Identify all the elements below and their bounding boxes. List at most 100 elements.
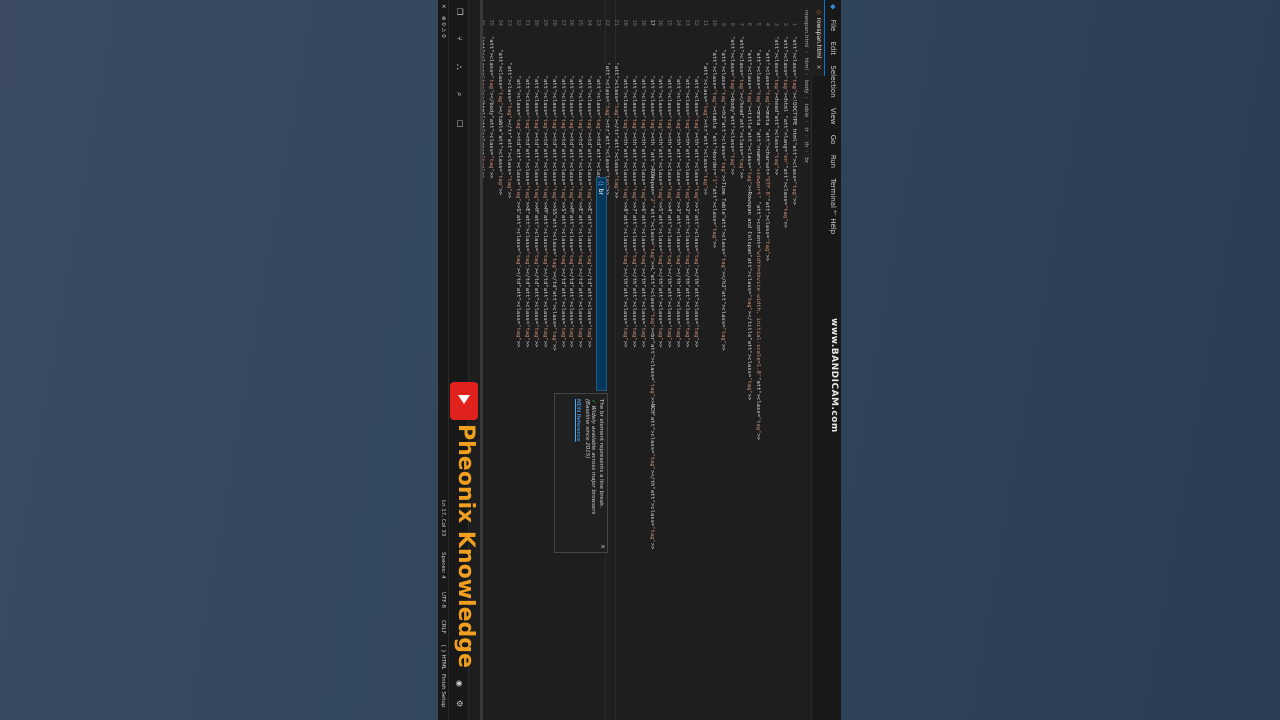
line-number: 7 xyxy=(737,22,744,26)
code-line[interactable]: "att">class="tag"><th"att">class="tag">>… xyxy=(693,36,699,348)
code-line[interactable]: "att">class="tag"><table "att">border="1… xyxy=(711,36,717,248)
code-line[interactable]: "att">class="tag"></head"att">class="tag… xyxy=(738,36,744,178)
line-number: 30 xyxy=(532,19,539,26)
breadcrumb-item[interactable]: html xyxy=(803,57,809,70)
line-number: 14 xyxy=(675,19,682,26)
code-line[interactable]: "att">class="tag"><h2"att">class="tag">>… xyxy=(720,36,726,350)
code-line[interactable]: "att">class="tag"><th"att">class="tag">>… xyxy=(666,36,672,348)
menu-view[interactable]: View xyxy=(825,108,841,125)
finish-setup[interactable]: Finish Setup xyxy=(438,674,448,707)
code-line[interactable]: "att">class="tag"><meta "att">charset="U… xyxy=(764,36,770,261)
line-number: 26 xyxy=(568,19,575,26)
code-line[interactable]: "att">class="tag"><td"att">class="tag">>… xyxy=(542,36,548,348)
editor-viewport: ◆ File Edit Selection View Go Run Termin… xyxy=(438,0,841,720)
baseline-row: ✓ Widely available across major browsers xyxy=(590,399,596,547)
line-number: 28 xyxy=(550,19,557,26)
forward-arrow-icon[interactable]: → xyxy=(831,224,839,230)
code-line[interactable]: "att">class="tag"><td"att">class="tag">>… xyxy=(551,36,557,351)
breadcrumb-item[interactable]: th xyxy=(803,142,809,148)
line-ending[interactable]: CRLF xyxy=(438,620,448,634)
line-number: 8 xyxy=(728,22,735,26)
language-mode[interactable]: { } HTML xyxy=(438,644,448,670)
code-line[interactable]: "att">class="tag"><!DOCTYPE html"att">cl… xyxy=(791,36,797,205)
menu-terminal[interactable]: Terminal xyxy=(825,178,841,208)
code-line[interactable]: "att">class="tag"><th "att">ROWspan="2""… xyxy=(649,36,655,550)
menu-go[interactable]: Go xyxy=(825,135,841,145)
bandicam-watermark: www.BANDICAM.com xyxy=(829,318,839,433)
breadcrumb-item[interactable]: body xyxy=(803,80,809,94)
vscode-window: ◆ File Edit Selection View Go Run Termin… xyxy=(438,0,841,720)
line-number: 24 xyxy=(586,19,593,26)
close-tab-icon[interactable]: × xyxy=(815,65,822,70)
menu-file[interactable]: File xyxy=(825,20,841,32)
vscode-logo-icon: ◆ xyxy=(829,4,837,10)
source-control-icon[interactable]: ⑂ xyxy=(455,36,464,41)
line-number: 20 xyxy=(621,19,628,26)
cursor-position[interactable]: Ln 17, Col 33 xyxy=(438,500,448,536)
code-line[interactable]: "att">class="tag"><td"att">class="tag">>… xyxy=(586,36,592,348)
line-number: 10 xyxy=(710,19,717,26)
documentation-popup: × The br element represents a line break… xyxy=(554,393,608,553)
code-line[interactable]: "att">class="tag"><th"att">class="tag">>… xyxy=(675,36,681,348)
breadcrumb: rowspan.html› html› body› table› tr› th›… xyxy=(803,10,809,164)
close-icon[interactable]: × xyxy=(599,544,606,549)
youtube-logo-icon xyxy=(450,382,478,420)
line-number: 6 xyxy=(746,22,753,26)
horizontal-scrollbar[interactable] xyxy=(480,0,483,720)
menu-edit[interactable]: Edit xyxy=(825,42,841,56)
line-number: 27 xyxy=(559,19,566,26)
code-line[interactable]: "att">class="tag"><th"att">class="tag">>… xyxy=(684,36,690,348)
code-line[interactable]: "att">class="tag"><td"att">class="tag">>… xyxy=(569,36,575,348)
line-number: 16 xyxy=(657,19,664,26)
menu-run[interactable]: Run xyxy=(825,155,841,168)
code-line[interactable]: "att">class="tag"><meta "att">name="view… xyxy=(755,36,761,440)
line-number: 11 xyxy=(702,19,708,26)
line-number: 25 xyxy=(577,19,584,26)
remote-icon[interactable]: ✕ xyxy=(438,4,448,9)
code-line[interactable]: "att">class="tag"><html "att">lang="en""… xyxy=(782,36,788,228)
code-line[interactable]: "att">class="tag"><body"att">class="tag"… xyxy=(729,36,735,175)
run-icon[interactable]: ◉ xyxy=(455,680,464,687)
accounts-icon[interactable]: ⚙ xyxy=(455,700,464,707)
graph-icon[interactable]: ⛬ xyxy=(454,64,464,70)
code-line[interactable]: "att">class="tag"><tr"att">class="tag">> xyxy=(702,36,708,196)
code-line[interactable]: "att">class="tag"><td"att">class="tag">>… xyxy=(560,36,566,348)
code-line[interactable]: "att">class="tag"><title"att">class="tag… xyxy=(747,36,753,400)
code-line[interactable]: "att">class="tag"><th"att">class="tag">>… xyxy=(640,36,646,348)
code-line[interactable]: "att">class="tag"><td"att">class="tag">>… xyxy=(533,36,539,348)
code-line[interactable]: "att">class="tag"><th"att">class="tag">>… xyxy=(658,36,664,348)
code-line[interactable]: "att">class="tag"></tr"att">class="tag">… xyxy=(613,36,619,199)
chat-icon[interactable]: ☐ xyxy=(455,120,464,127)
breadcrumb-item[interactable]: rowspan.html xyxy=(803,10,809,48)
explorer-icon[interactable]: ❐ xyxy=(455,8,464,15)
errors-count[interactable]: ⊗ 0 ⚠ 0 xyxy=(438,16,448,38)
channel-name: Pheonix Knowledge xyxy=(453,424,478,668)
editor-bottom-area xyxy=(483,0,523,720)
line-number: 19 xyxy=(630,19,637,26)
code-editor[interactable]: 1 "att">class="tag"><!DOCTYPE html"att">c… xyxy=(480,0,801,720)
line-number: 29 xyxy=(541,19,548,26)
mdn-reference-link[interactable]: MDN Reference xyxy=(575,399,581,547)
line-number: 1 xyxy=(791,22,797,26)
code-line[interactable]: "att">class="tag"><tr"att">class="tag">> xyxy=(604,36,610,196)
back-arrow-icon[interactable]: ← xyxy=(831,210,839,216)
breadcrumb-item[interactable]: tr xyxy=(803,127,809,131)
line-number: 15 xyxy=(666,19,673,26)
breadcrumb-item[interactable]: br xyxy=(803,157,809,163)
indentation[interactable]: Spaces: 4 xyxy=(438,552,448,579)
code-line[interactable]: "att">class="tag"><td"att">class="tag">>… xyxy=(524,36,530,348)
menu-selection[interactable]: Selection xyxy=(825,65,841,97)
breadcrumb-item[interactable]: table xyxy=(803,104,809,118)
search-icon[interactable]: ⌕ xyxy=(454,92,464,96)
code-line[interactable]: "att">class="tag"><th"att">class="tag">>… xyxy=(622,36,628,348)
code-line[interactable]: "att">class="tag"><head"att">class="tag"… xyxy=(773,36,779,175)
line-number: 12 xyxy=(693,19,700,26)
encoding[interactable]: UTF-8 xyxy=(438,592,448,608)
code-line[interactable]: "att">class="tag"><td"att">class="tag">>… xyxy=(577,36,583,348)
check-icon: ✓ xyxy=(590,399,596,404)
code-line[interactable]: "att">class="tag"><th"att">class="tag">>… xyxy=(631,36,637,348)
tab-rowspan-html[interactable]: ◇ rowspan.html × xyxy=(811,0,825,76)
autocomplete-suggestion[interactable]: ⟨⟩ br xyxy=(596,177,607,391)
line-number: 23 xyxy=(595,19,602,26)
tab-bar: ◇ rowspan.html × xyxy=(811,0,825,720)
